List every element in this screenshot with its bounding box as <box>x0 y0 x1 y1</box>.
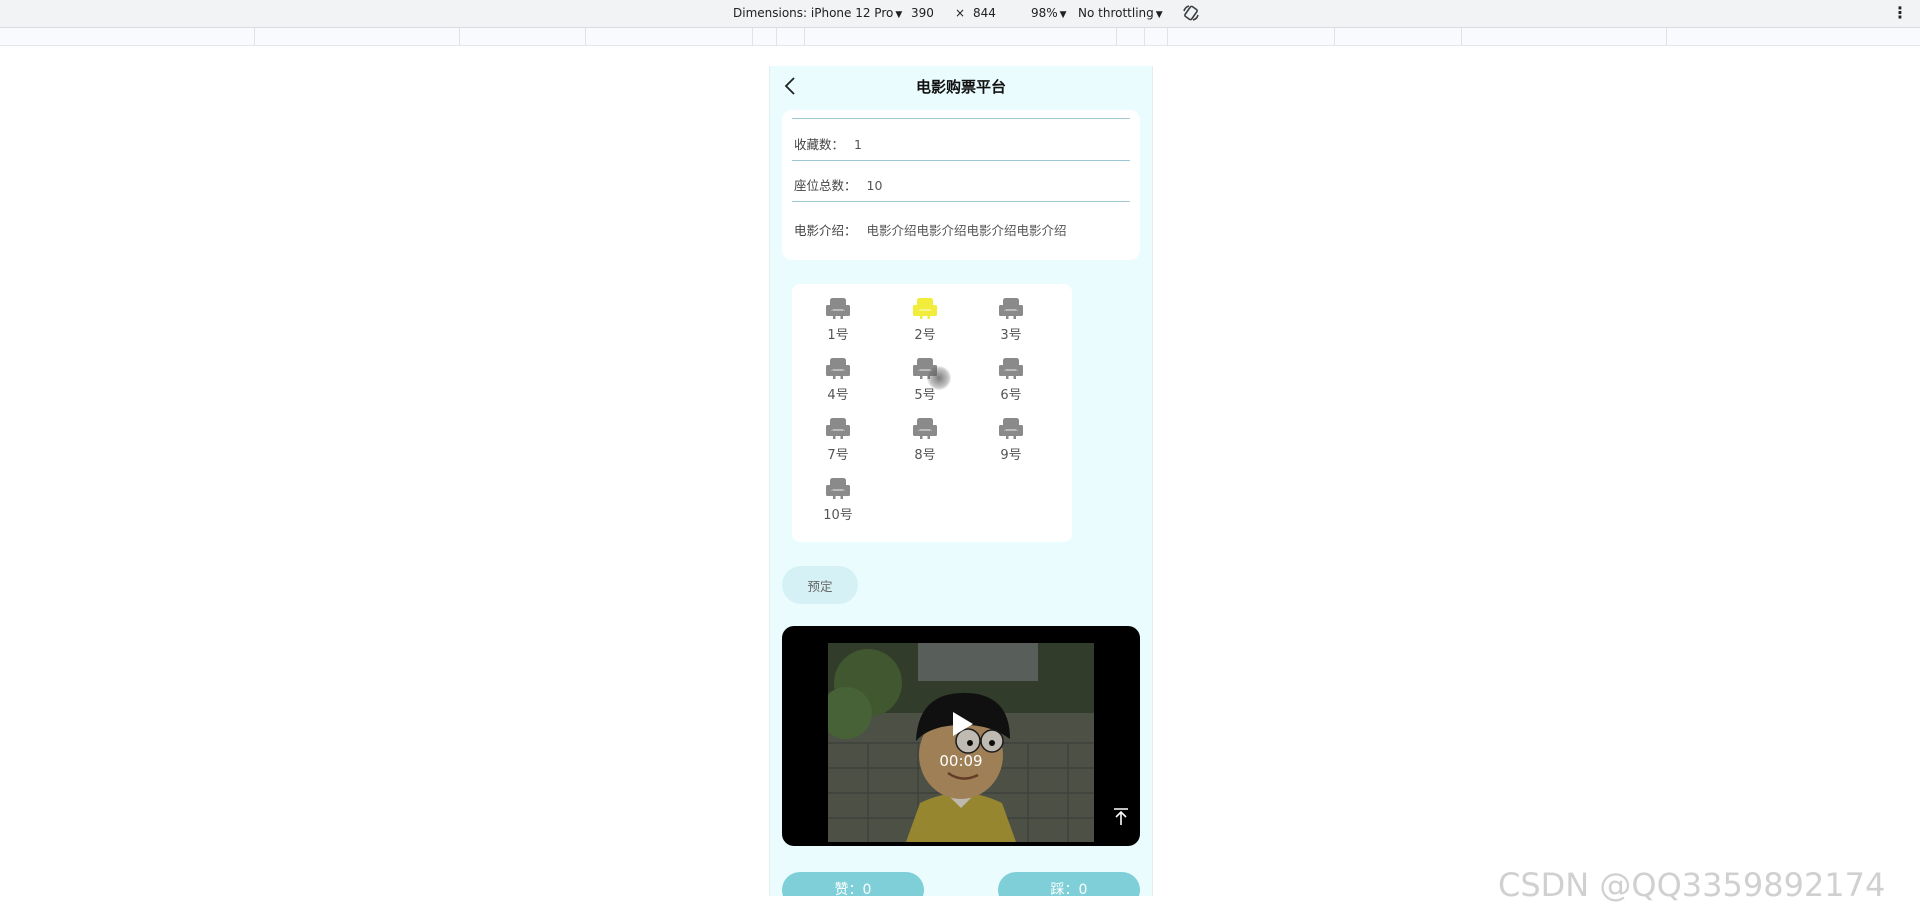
play-icon[interactable] <box>948 710 976 738</box>
seat-label: 9号 <box>1000 448 1022 463</box>
divider <box>792 160 1130 161</box>
seat-label: 1号 <box>827 328 849 343</box>
intro-row: 电影介绍： 电影介绍电影介绍电影介绍电影介绍 <box>794 220 1128 239</box>
video-frame <box>828 643 1094 842</box>
seat-item[interactable]: 4号 <box>808 348 868 403</box>
touch-cursor <box>927 366 951 390</box>
video-time: 00:09 <box>939 752 983 770</box>
seat-icon <box>999 358 1023 379</box>
intro-value: 电影介绍电影介绍电影介绍电影介绍 <box>866 223 1067 238</box>
throttling-dropdown[interactable]: No throttling ▼ <box>1078 6 1163 20</box>
seats-total-row: 座位总数： 10 <box>794 175 1128 194</box>
seat-item[interactable]: 9号 <box>981 408 1041 463</box>
seat-label: 7号 <box>827 448 849 463</box>
seat-item[interactable]: 7号 <box>808 408 868 463</box>
seat-icon <box>913 418 937 439</box>
device-width-input[interactable]: 390 <box>911 6 934 20</box>
watermark: CSDN @QQ3359892174 <box>1498 866 1886 904</box>
page-title: 电影购票平台 <box>915 78 1006 96</box>
device-dimensions-label: Dimensions: iPhone 12 Pro <box>733 6 894 20</box>
favorites-row: 收藏数： 1 <box>794 134 1128 153</box>
seats-total-value: 10 <box>866 178 883 193</box>
seat-label: 8号 <box>914 448 936 463</box>
seat-icon <box>999 418 1023 439</box>
favorites-value: 1 <box>854 137 862 152</box>
seat-icon <box>826 358 850 379</box>
favorites-label: 收藏数： <box>794 137 845 152</box>
like-button[interactable]: 赞：0 <box>782 872 924 896</box>
caret-down-icon: ▼ <box>895 10 903 20</box>
seat-item[interactable]: 2号 <box>895 288 955 343</box>
seats-total-label: 座位总数： <box>794 178 857 193</box>
seat-label: 4号 <box>827 388 849 403</box>
seat-label: 6号 <box>1000 388 1022 403</box>
divider <box>792 118 1130 119</box>
dislike-button[interactable]: 踩：0 <box>998 872 1140 896</box>
zoom-label: 98% <box>1031 6 1058 20</box>
seat-map: 1号 2号 3号 4号 5号 6号 7号 8号 9号 10号 <box>792 284 1072 542</box>
seat-item[interactable]: 6号 <box>981 348 1041 403</box>
seat-item[interactable]: 10号 <box>808 468 868 523</box>
zoom-dropdown[interactable]: 98% ▼ <box>1031 6 1067 20</box>
seat-item[interactable]: 1号 <box>808 288 868 343</box>
more-options-icon[interactable]: ⋮ <box>1892 3 1908 23</box>
throttling-label: No throttling <box>1078 6 1154 20</box>
seat-icon <box>826 418 850 439</box>
seat-label: 10号 <box>823 508 853 523</box>
intro-label: 电影介绍： <box>794 223 857 238</box>
seat-icon <box>826 478 850 499</box>
divider <box>792 201 1130 202</box>
seat-label: 2号 <box>914 328 936 343</box>
reserve-button[interactable]: 预定 <box>782 566 858 604</box>
video-player[interactable]: 00:09 <box>782 626 1140 846</box>
dimension-times-sign: × <box>955 6 966 20</box>
seat-icon <box>999 298 1023 319</box>
caret-down-icon: ▼ <box>1155 10 1163 20</box>
seat-item[interactable]: 8号 <box>895 408 955 463</box>
phone-viewport: 电影购票平台 收藏数： 1 座位总数： 10 电影介绍： 电影介绍电影介绍电影介绍电影… <box>769 66 1153 896</box>
media-query-ruler <box>0 28 1920 46</box>
movie-info-card: 收藏数： 1 座位总数： 10 电影介绍： 电影介绍电影介绍电影介绍电影介绍 <box>782 110 1140 260</box>
rotate-icon[interactable] <box>1181 3 1201 23</box>
seat-label: 3号 <box>1000 328 1022 343</box>
device-height-input[interactable]: 844 <box>973 6 996 20</box>
seat-icon <box>826 298 850 319</box>
caret-down-icon: ▼ <box>1059 10 1067 20</box>
back-to-top-icon[interactable] <box>1110 806 1132 828</box>
seat-icon <box>913 298 937 319</box>
devtools-device-toolbar: Dimensions: iPhone 12 Pro ▼ 390 × 844 98%… <box>0 0 1920 28</box>
device-dimensions-dropdown[interactable]: Dimensions: iPhone 12 Pro ▼ <box>733 6 902 20</box>
seat-item[interactable]: 3号 <box>981 288 1041 343</box>
nav-bar: 电影购票平台 <box>770 66 1152 106</box>
